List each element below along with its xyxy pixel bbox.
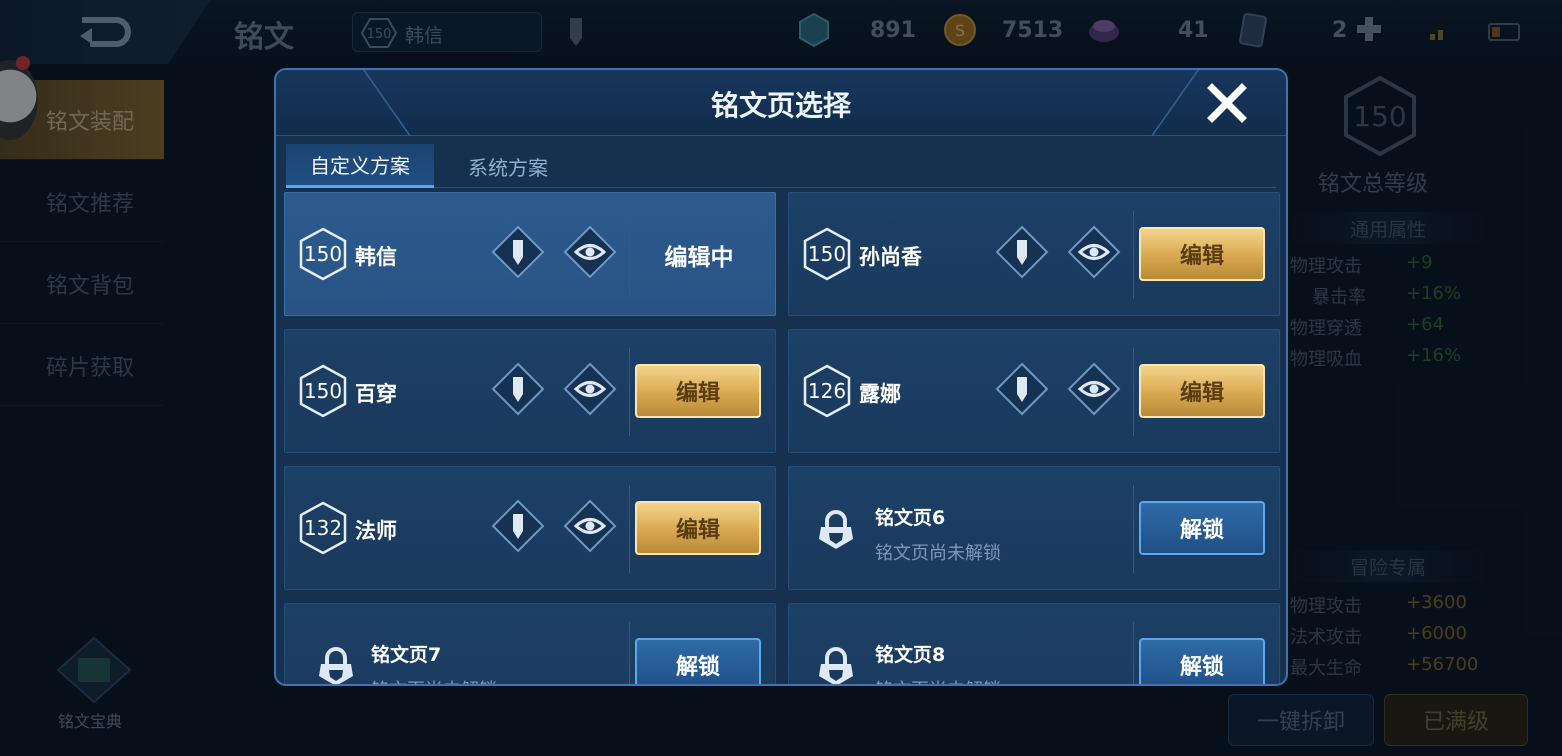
plan-tabs: 自定义方案 系统方案 [286, 138, 1276, 188]
lock-icon [819, 510, 853, 549]
divider [1133, 211, 1134, 299]
eye-icon[interactable] [563, 499, 617, 553]
edit-button[interactable]: 编辑 [635, 501, 761, 555]
pencil-icon[interactable] [995, 225, 1049, 279]
rune-page-card-locked[interactable]: 铭文页6 铭文页尚未解锁 解锁 [788, 466, 1280, 590]
level-hexagon-icon: 150 [803, 227, 851, 281]
rune-page-card[interactable]: 126 露娜 编辑 [788, 329, 1280, 453]
pencil-icon[interactable] [491, 362, 545, 416]
divider [1133, 348, 1134, 436]
rune-page-card[interactable]: 150 孙尚香 编辑 [788, 192, 1280, 316]
locked-hint: 铭文页尚未解锁 [371, 676, 497, 684]
pencil-icon[interactable] [995, 362, 1049, 416]
svg-text:150: 150 [304, 242, 342, 266]
rune-page-select-dialog: 铭文页选择 自定义方案 系统方案 150 韩信 编辑中 150 孙尚香 编辑 1… [274, 68, 1288, 686]
rune-page-name: 百穿 [355, 382, 397, 406]
pencil-icon[interactable] [491, 499, 545, 553]
unlock-button[interactable]: 解锁 [635, 638, 761, 684]
eye-icon[interactable] [563, 362, 617, 416]
level-hexagon-icon: 132 [299, 501, 347, 555]
divider [629, 348, 630, 436]
lock-icon [319, 647, 353, 684]
eye-icon[interactable] [1067, 362, 1121, 416]
divider [1133, 622, 1134, 684]
edit-button[interactable]: 编辑 [1139, 227, 1265, 281]
close-icon[interactable] [1206, 82, 1248, 124]
tab-custom-plan[interactable]: 自定义方案 [286, 144, 434, 188]
unlock-button[interactable]: 解锁 [1139, 501, 1265, 555]
rune-page-name: 法师 [355, 519, 397, 543]
edit-button[interactable]: 编辑 [635, 364, 761, 418]
tab-system-plan[interactable]: 系统方案 [448, 144, 568, 188]
dialog-header: 铭文页选择 [276, 70, 1286, 136]
divider [629, 622, 630, 684]
rune-page-name: 铭文页7 [371, 644, 442, 666]
svg-text:126: 126 [808, 379, 846, 403]
editing-status: 编辑中 [664, 245, 734, 271]
rune-page-card[interactable]: 150 韩信 编辑中 [284, 192, 776, 316]
rune-page-card-locked[interactable]: 铭文页8 铭文页尚未解锁 解锁 [788, 603, 1280, 684]
level-hexagon-icon: 150 [299, 364, 347, 418]
dialog-title: 铭文页选择 [710, 89, 851, 122]
locked-hint: 铭文页尚未解锁 [875, 676, 1001, 684]
level-hexagon-icon: 150 [299, 227, 347, 281]
rune-page-name: 韩信 [355, 245, 397, 269]
divider [629, 211, 630, 299]
svg-text:150: 150 [304, 379, 342, 403]
rune-page-name: 铭文页8 [875, 644, 946, 666]
rune-page-grid: 150 韩信 编辑中 150 孙尚香 编辑 150 百穿 编辑 126 露娜 编… [284, 192, 1280, 684]
rune-page-card[interactable]: 132 法师 编辑 [284, 466, 776, 590]
rune-page-name: 孙尚香 [859, 245, 922, 269]
lock-icon [819, 647, 853, 684]
level-hexagon-icon: 126 [803, 364, 851, 418]
rune-page-name: 铭文页6 [875, 507, 946, 529]
edit-button[interactable]: 编辑 [1139, 364, 1265, 418]
rune-page-card[interactable]: 150 百穿 编辑 [284, 329, 776, 453]
unlock-button[interactable]: 解锁 [1139, 638, 1265, 684]
divider [629, 485, 630, 573]
eye-icon[interactable] [1067, 225, 1121, 279]
divider [1133, 485, 1134, 573]
rune-page-name: 露娜 [859, 382, 901, 406]
locked-hint: 铭文页尚未解锁 [875, 543, 1001, 564]
eye-icon[interactable] [563, 225, 617, 279]
svg-text:150: 150 [808, 242, 846, 266]
rune-page-card-locked[interactable]: 铭文页7 铭文页尚未解锁 解锁 [284, 603, 776, 684]
pencil-icon[interactable] [491, 225, 545, 279]
svg-text:132: 132 [304, 516, 342, 540]
